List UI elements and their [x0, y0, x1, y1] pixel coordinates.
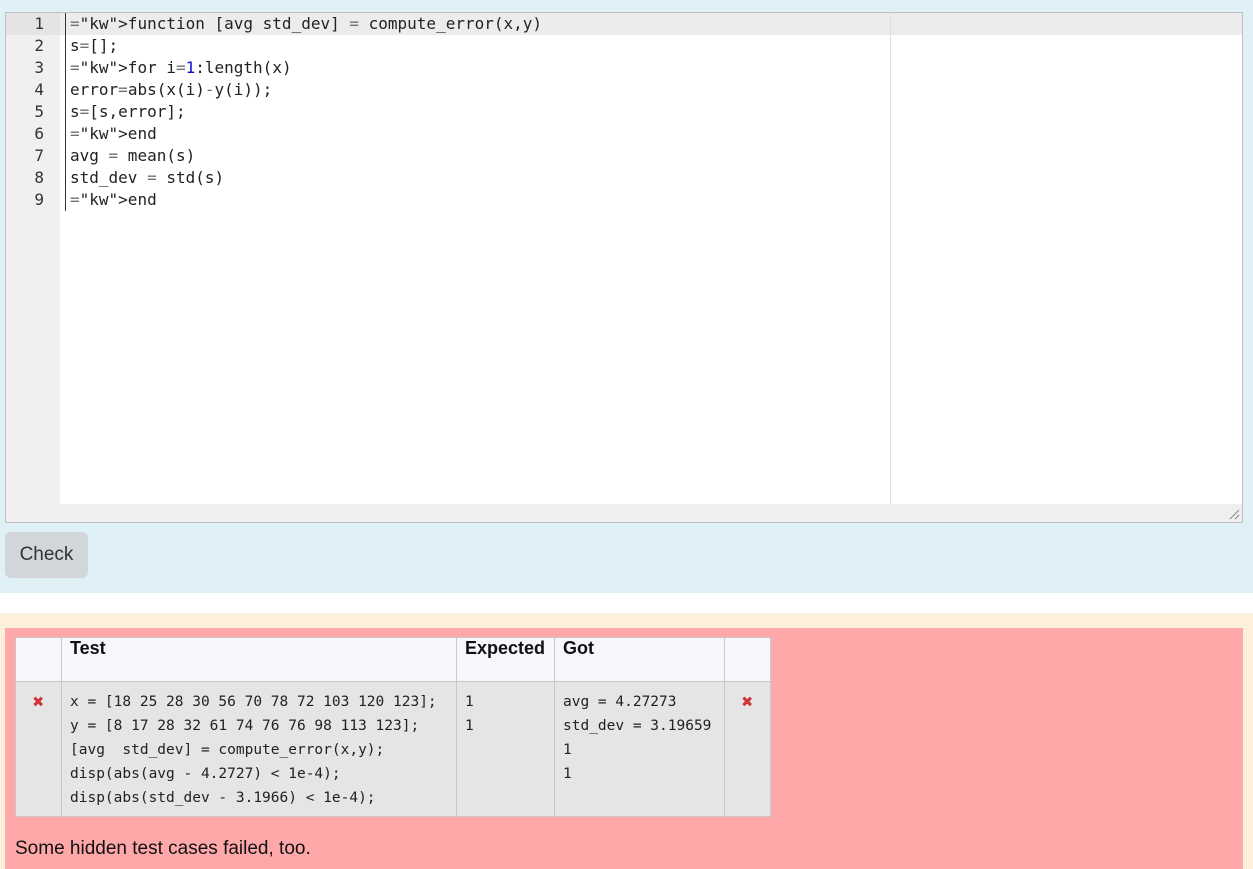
expected-cell: 1 1 [456, 681, 555, 817]
header-test: Test [61, 637, 457, 682]
got-line: 1 [563, 742, 572, 758]
test-results: Test Expected Got ✖ x = [18 25 28 30 56 … [5, 628, 1243, 869]
line-number: 2 [34, 36, 44, 55]
code-line[interactable]: avg = mean(s) [66, 145, 542, 167]
header-expected: Expected [456, 637, 555, 682]
check-button[interactable]: Check [5, 532, 88, 578]
row-icon-cell: ✖ [15, 681, 62, 817]
code-editor[interactable]: 1 2 3 4 5 6 7 8 9 ="kw">function [avg st… [5, 12, 1243, 523]
code-line[interactable]: ="kw">end [66, 189, 542, 211]
results-table: Test Expected Got ✖ x = [18 25 28 30 56 … [15, 637, 771, 817]
line-number: 6 [34, 124, 44, 143]
code-line[interactable]: ="kw">function [avg std_dev] = compute_e… [66, 13, 542, 35]
code-line[interactable]: ="kw">for i=1:length(x) [66, 57, 542, 79]
header-got: Got [554, 637, 725, 682]
got-line: std_dev = 3.19659 [563, 718, 712, 734]
table-row: ✖ x = [18 25 28 30 56 70 78 72 103 120 1… [15, 681, 771, 817]
code-lines[interactable]: ="kw">function [avg std_dev] = compute_e… [65, 13, 542, 211]
line-number: 3 [34, 58, 44, 77]
hidden-tests-message: Some hidden test cases failed, too. [15, 838, 311, 859]
test-line: x = [18 25 28 30 56 70 78 72 103 120 123… [70, 694, 437, 710]
expected-line: 1 [465, 694, 474, 710]
got-line: 1 [563, 766, 572, 782]
line-number: 9 [34, 190, 44, 209]
fail-icon: ✖ [32, 691, 45, 713]
editor-footer [60, 504, 1242, 522]
line-number: 5 [34, 102, 44, 121]
test-line: disp(abs(avg - 4.2727) < 1e-4); [70, 766, 341, 782]
expected-line: 1 [465, 718, 474, 734]
test-line: [avg std_dev] = compute_error(x,y); [70, 742, 385, 758]
fail-icon: ✖ [741, 691, 754, 713]
status-cell: ✖ [724, 681, 771, 817]
header-icon [15, 637, 62, 682]
test-cell: x = [18 25 28 30 56 70 78 72 103 120 123… [61, 681, 457, 817]
line-number: 7 [34, 146, 44, 165]
answer-section: 1 2 3 4 5 6 7 8 9 ="kw">function [avg st… [0, 0, 1253, 593]
header-status [724, 637, 771, 682]
line-number: 4 [34, 80, 44, 99]
test-line: y = [8 17 28 32 61 74 76 76 98 113 123]; [70, 718, 420, 734]
got-line: avg = 4.27273 [563, 694, 677, 710]
resize-handle-icon[interactable] [1228, 508, 1240, 520]
code-line[interactable]: ="kw">end [66, 123, 542, 145]
line-number: 8 [34, 168, 44, 187]
code-line[interactable]: s=[]; [66, 35, 542, 57]
test-line: disp(abs(std_dev - 3.1966) < 1e-4); [70, 790, 376, 806]
code-line[interactable]: std_dev = std(s) [66, 167, 542, 189]
line-numbers: 1 2 3 4 5 6 7 8 9 [6, 13, 60, 211]
line-number: 1 [34, 14, 44, 33]
got-cell: avg = 4.27273 std_dev = 3.19659 1 1 [554, 681, 725, 817]
code-line[interactable]: error=abs(x(i)-y(i)); [66, 79, 542, 101]
code-line[interactable]: s=[s,error]; [66, 101, 542, 123]
print-margin [890, 13, 891, 504]
